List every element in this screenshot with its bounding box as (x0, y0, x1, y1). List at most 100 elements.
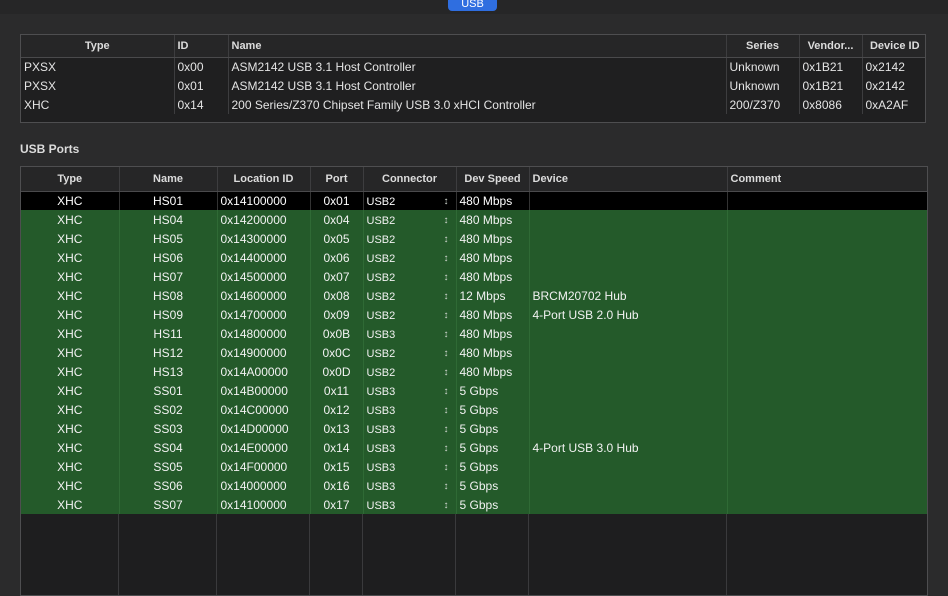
up-down-chevron-icon[interactable]: ↕ (444, 348, 453, 359)
port-cell-speed: 5 Gbps (456, 400, 530, 419)
port-cell-connector[interactable]: USB2 ↕ (363, 229, 457, 248)
port-cell-comment[interactable] (727, 343, 927, 362)
port-row[interactable]: XHC SS03 0x14D00000 0x13 USB3 ↕ 5 Gbps (21, 419, 927, 438)
port-cell-comment[interactable] (727, 286, 927, 305)
col-header-comment[interactable]: Comment (727, 167, 927, 192)
port-row[interactable]: XHC HS08 0x14600000 0x08 USB2 ↕ 12 Mbps BRCM207… (21, 286, 927, 305)
col-header-type[interactable]: Type (21, 35, 175, 58)
port-cell-connector[interactable]: USB3 ↕ (363, 419, 457, 438)
port-cell-comment[interactable] (727, 305, 927, 324)
port-row[interactable]: XHC SS02 0x14C00000 0x12 USB3 ↕ 5 Gbps (21, 400, 927, 419)
up-down-chevron-icon[interactable]: ↕ (444, 272, 453, 283)
port-row[interactable]: XHC SS01 0x14B00000 0x11 USB3 ↕ 5 Gbps (21, 381, 927, 400)
controller-cell-device-id: 0xA2AF (865, 97, 909, 112)
port-cell-name: SS02 (119, 400, 218, 419)
port-cell-connector[interactable]: USB2 ↕ (363, 191, 457, 210)
up-down-chevron-icon[interactable]: ↕ (444, 424, 453, 435)
port-cell-port: 0x16 (310, 476, 364, 495)
port-row[interactable]: XHC HS12 0x14900000 0x0C USB2 ↕ 480 Mbps (21, 343, 927, 362)
controller-row[interactable]: PXSX 0x01 ASM2142 USB 3.1 Host Controller U… (21, 76, 925, 95)
tab-usb[interactable]: USB (448, 0, 497, 11)
col-header-port[interactable]: Port (310, 167, 364, 192)
col-header-dev-speed[interactable]: Dev Speed (456, 167, 530, 192)
col-header-vendor[interactable]: Vendor... (799, 35, 863, 58)
port-row[interactable]: XHC SS07 0x14100000 0x17 USB3 ↕ 5 Gbps (21, 495, 927, 514)
up-down-chevron-icon[interactable]: ↕ (444, 310, 453, 321)
port-row[interactable]: XHC SS06 0x14000000 0x16 USB3 ↕ 5 Gbps (21, 476, 927, 495)
up-down-chevron-icon[interactable]: ↕ (444, 443, 453, 454)
up-down-chevron-icon[interactable]: ↕ (444, 253, 453, 264)
port-cell-comment[interactable] (727, 229, 927, 248)
port-cell-comment[interactable] (727, 210, 927, 229)
port-cell-location: 0x14B00000 (217, 381, 311, 400)
col-header-device-id[interactable]: Device ID (862, 35, 925, 58)
ports-table: Type Name Location ID Port Connector Dev… (21, 167, 927, 514)
port-cell-connector[interactable]: USB3 ↕ (363, 495, 457, 514)
port-row[interactable]: XHC HS07 0x14500000 0x07 USB2 ↕ 480 Mbps (21, 267, 927, 286)
up-down-chevron-icon[interactable]: ↕ (444, 462, 453, 473)
port-cell-comment[interactable] (727, 476, 927, 495)
port-cell-type: XHC (21, 267, 120, 286)
port-cell-connector[interactable]: USB3 ↕ (363, 457, 457, 476)
col-header-name[interactable]: Name (228, 35, 727, 58)
col-header-id[interactable]: ID (174, 35, 229, 58)
up-down-chevron-icon[interactable]: ↕ (444, 367, 453, 378)
port-cell-comment[interactable] (727, 495, 927, 514)
port-cell-connector[interactable]: USB3 ↕ (363, 400, 457, 419)
col-header-series[interactable]: Series (726, 35, 800, 58)
col-header-connector[interactable]: Connector (363, 167, 457, 192)
port-cell-connector[interactable]: USB3 ↕ (363, 476, 457, 495)
port-row[interactable]: XHC HS05 0x14300000 0x05 USB2 ↕ 480 Mbps (21, 229, 927, 248)
port-cell-comment[interactable] (727, 248, 927, 267)
up-down-chevron-icon[interactable]: ↕ (444, 386, 453, 397)
port-row[interactable]: XHC SS05 0x14F00000 0x15 USB3 ↕ 5 Gbps (21, 457, 927, 476)
port-cell-comment[interactable] (727, 267, 927, 286)
port-cell-comment[interactable] (727, 191, 927, 210)
port-cell-connector[interactable]: USB2 ↕ (363, 248, 457, 267)
port-cell-comment[interactable] (727, 457, 927, 476)
port-row[interactable]: XHC HS13 0x14A00000 0x0D USB2 ↕ 480 Mbps (21, 362, 927, 381)
port-row[interactable]: XHC HS01 0x14100000 0x01 USB2 ↕ 480 Mbps (21, 191, 927, 210)
port-cell-comment[interactable] (727, 362, 927, 381)
port-cell-comment[interactable] (727, 419, 927, 438)
port-cell-name: SS04 (119, 438, 218, 457)
col-header-name[interactable]: Name (119, 167, 218, 192)
port-cell-location: 0x14600000 (217, 286, 311, 305)
port-cell-connector[interactable]: USB3 ↕ (363, 324, 457, 343)
up-down-chevron-icon[interactable]: ↕ (444, 500, 453, 511)
up-down-chevron-icon[interactable]: ↕ (444, 481, 453, 492)
col-header-device[interactable]: Device (529, 167, 728, 192)
port-cell-comment[interactable] (727, 324, 927, 343)
connector-value: USB2 (366, 366, 396, 379)
port-cell-speed: 480 Mbps (456, 343, 530, 362)
controller-cell-device-id: 0x2142 (865, 78, 905, 93)
port-cell-comment[interactable] (727, 381, 927, 400)
port-cell-connector[interactable]: USB2 ↕ (363, 267, 457, 286)
port-row[interactable]: XHC HS11 0x14800000 0x0B USB3 ↕ 480 Mbps (21, 324, 927, 343)
controller-row[interactable]: XHC 0x14 200 Series/Z370 Chipset Family US… (21, 95, 925, 114)
port-cell-location: 0x14D00000 (217, 419, 311, 438)
port-cell-connector[interactable]: USB3 ↕ (363, 438, 457, 457)
port-cell-connector[interactable]: USB2 ↕ (363, 286, 457, 305)
port-cell-comment[interactable] (727, 438, 927, 457)
col-header-type[interactable]: Type (21, 167, 120, 192)
col-header-location-id[interactable]: Location ID (217, 167, 311, 192)
port-cell-connector[interactable]: USB2 ↕ (363, 362, 457, 381)
up-down-chevron-icon[interactable]: ↕ (444, 215, 453, 226)
up-down-chevron-icon[interactable]: ↕ (444, 234, 453, 245)
port-row[interactable]: XHC HS06 0x14400000 0x06 USB2 ↕ 480 Mbps (21, 248, 927, 267)
connector-value: USB2 (366, 271, 396, 284)
port-cell-comment[interactable] (727, 400, 927, 419)
port-row[interactable]: XHC HS09 0x14700000 0x09 USB2 ↕ 480 Mbps 4-Port… (21, 305, 927, 324)
controller-row[interactable]: PXSX 0x00 ASM2142 USB 3.1 Host Controller U… (21, 57, 925, 76)
port-cell-connector[interactable]: USB2 ↕ (363, 305, 457, 324)
up-down-chevron-icon[interactable]: ↕ (444, 329, 453, 340)
up-down-chevron-icon[interactable]: ↕ (444, 196, 453, 207)
port-cell-connector[interactable]: USB2 ↕ (363, 210, 457, 229)
port-row[interactable]: XHC HS04 0x14200000 0x04 USB2 ↕ 480 Mbps (21, 210, 927, 229)
port-row[interactable]: XHC SS04 0x14E00000 0x14 USB3 ↕ 5 Gbps 4-Port U… (21, 438, 927, 457)
up-down-chevron-icon[interactable]: ↕ (444, 405, 453, 416)
port-cell-connector[interactable]: USB2 ↕ (363, 343, 457, 362)
up-down-chevron-icon[interactable]: ↕ (444, 291, 453, 302)
port-cell-connector[interactable]: USB3 ↕ (363, 381, 457, 400)
